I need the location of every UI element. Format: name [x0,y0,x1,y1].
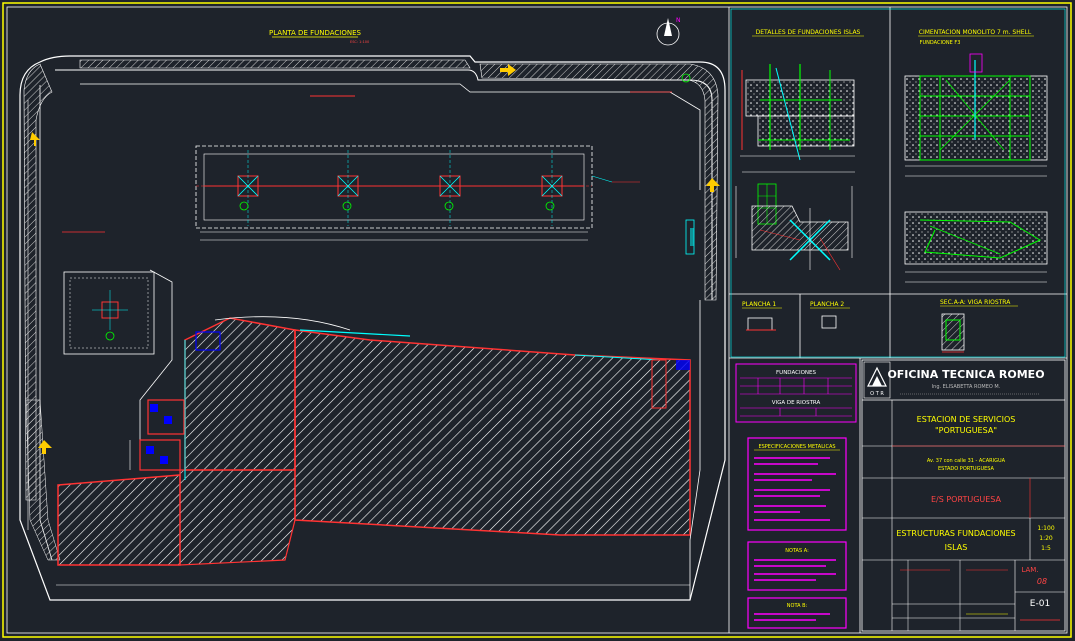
foundation-schedule-table[interactable]: FUNDACIONES VIGA DE RIOSTRA [735,363,857,423]
specs-title: ESPECIFICACIONES METALICAS [758,444,835,450]
scale-1: 1:100 [1037,525,1054,532]
section-title: SEC.A-A: VIGA RIOSTRA [940,299,1011,306]
svg-text:N: N [676,17,681,24]
monolith-title: CIMENTACION MONOLITO 7 m. SHELL [919,29,1032,36]
fundaciones-table-title: FUNDACIONES [776,370,816,376]
monolith-subtitle: FUNDACIONE F3 [920,40,961,46]
sheet-number: E-01 [1030,599,1050,609]
island-details[interactable]: DETALLES DE FUNDACIONES ISLAS [735,29,864,271]
island-footings[interactable] [237,150,563,226]
owner-name: E/S PORTUGUESA [931,495,1002,504]
main-building-hatched[interactable] [57,317,691,566]
plancha-details[interactable]: PLANCHA 1 PLANCHA 2 SEC.A-A: VIGA RIOSTR… [742,299,1018,353]
engineer-name: Ing. ELISABETTA ROMEO M. [932,384,1001,390]
foundation-plan[interactable]: PLANTA DE FUNDACIONES ESC: 1:100 N [19,17,726,601]
cad-drawing-canvas[interactable]: PLANTA DE FUNDACIONES ESC: 1:100 N DETAL… [0,0,1075,641]
lam-label: LAM. [1021,566,1038,574]
title-block[interactable]: O T R OFICINA TECNICA ROMEO Ing. ELISABE… [861,359,1066,632]
note-b-box[interactable]: NOTA B: [747,597,847,629]
canopy-outline [195,145,593,229]
otr-logo: O T R [863,361,891,399]
monolith-details[interactable]: CIMENTACION MONOLITO 7 m. SHELL FUNDACIO… [904,29,1048,283]
project-name-line2: "PORTUGUESA" [935,426,997,435]
notes-a-title: NOTAS A: [785,548,809,554]
scale-2: 1:20 [1039,535,1053,542]
project-address-line2: ESTADO PORTUGUESA [938,466,995,472]
service-rooms[interactable] [139,399,185,471]
plancha1-title: PLANCHA 1 [742,301,776,308]
office-name: OFICINA TECNICA ROMEO [887,368,1044,381]
notes-a-box[interactable]: NOTAS A: [747,541,847,591]
monolith-sign[interactable] [685,219,695,255]
island-details-title: DETALLES DE FUNDACIONES ISLAS [756,29,861,36]
content-line2: ISLAS [945,543,968,552]
details-frame-cyan [730,8,1066,358]
pump-building[interactable] [63,271,155,355]
project-address-line1: Av. 37 con calle 31 - ACARIGUA [927,458,1006,464]
content-line1: ESTRUCTURAS FUNDACIONES [896,529,1015,538]
plan-scale: ESC: 1:100 [350,40,369,44]
scale-3: 1:5 [1041,545,1051,552]
note-b-title: NOTA B: [787,603,808,609]
project-name-line1: ESTACION DE SERVICIOS [917,415,1016,424]
specs-box[interactable]: ESPECIFICACIONES METALICAS [747,437,847,531]
viga-table-title: VIGA DE RIOSTRA [772,400,821,406]
lam-number: 08 [1037,577,1047,586]
plancha2-title: PLANCHA 2 [810,301,844,308]
logo-text: O T R [870,391,884,397]
north-arrow-icon: N [656,17,681,46]
plan-title: PLANTA DE FUNDACIONES [269,29,362,37]
